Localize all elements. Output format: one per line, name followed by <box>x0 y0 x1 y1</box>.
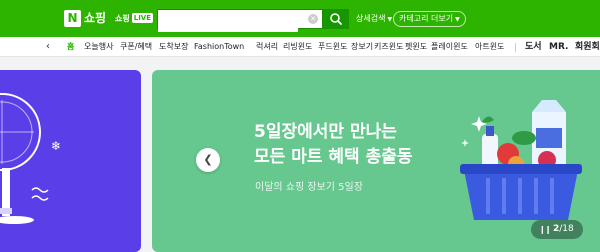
top-header: N 쇼핑 쇼핑 LIVE ✕ 상세검색 ▼ 카테고리 더보기 ▼ <box>0 0 600 37</box>
banner-subline: 이달의 쇼핑 장보기 5일장 <box>255 182 363 193</box>
nav-item-fashiontown[interactable]: FashionTown <box>194 40 244 54</box>
page-counter: 2/18 <box>553 220 574 239</box>
search-input[interactable] <box>158 14 298 32</box>
nav-item-members[interactable]: 회원회 <box>575 40 600 54</box>
nav-item-arrival-guarantee[interactable]: 도착보장 <box>159 40 188 54</box>
clear-icon[interactable]: ✕ <box>308 14 318 24</box>
shopping-logo-text[interactable]: 쇼핑 <box>84 10 106 27</box>
search-button[interactable] <box>323 9 349 29</box>
banner-pager: ❙❙ 2/18 <box>531 220 583 239</box>
category-more-button[interactable]: 카테고리 더보기 ▼ <box>393 11 466 27</box>
fan-icon: ❄ <box>0 93 61 224</box>
chevron-down-icon: ▼ <box>455 16 460 23</box>
banner-slide-previous[interactable]: ❄ <box>0 70 141 252</box>
nav-item-books[interactable]: 도서 <box>525 40 542 54</box>
shopping-live-link[interactable]: 쇼핑 LIVE <box>115 12 153 25</box>
detail-search-label: 상세검색 <box>356 14 386 23</box>
live-badge: LIVE <box>131 13 153 23</box>
page-total: /18 <box>559 224 574 234</box>
category-nav: ‹ 홈 오늘행사 쿠폰/혜택 도착보장 FashionTown 럭셔리 리빙윈도… <box>0 37 600 57</box>
naver-logo-icon[interactable]: N <box>64 10 81 27</box>
nav-item-play-window[interactable]: 플레이윈도 <box>431 40 468 54</box>
nav-item-kids-window[interactable]: 키즈윈도 <box>374 40 403 54</box>
search-box: ✕ <box>157 9 323 32</box>
shopping-live-label: 쇼핑 <box>115 14 130 23</box>
nav-item-food-window[interactable]: 푸드윈도 <box>318 40 347 54</box>
nav-item-today-deals[interactable]: 오늘행사 <box>84 40 113 54</box>
chevron-left-icon: ❮ <box>203 153 213 166</box>
chevron-left-icon[interactable]: ‹ <box>46 40 50 54</box>
pause-icon[interactable]: ❙❙ <box>539 220 551 239</box>
detail-search-link[interactable]: 상세검색 ▼ <box>356 12 392 26</box>
nav-item-luxury[interactable]: 럭셔리 <box>256 40 278 54</box>
nav-item-pet-window[interactable]: 펫윈도 <box>405 40 427 54</box>
banner-headline: 5일장에서만 만나는 모든 마트 혜택 총출동 <box>254 120 413 170</box>
chevron-down-icon: ▼ <box>387 16 393 23</box>
search-icon <box>330 13 342 25</box>
category-more-label: 카테고리 더보기 <box>399 14 454 23</box>
nav-item-art-window[interactable]: 아트윈도 <box>475 40 504 54</box>
nav-item-mr[interactable]: MR. <box>549 40 568 54</box>
nav-divider <box>515 43 516 52</box>
nav-item-home[interactable]: 홈 <box>67 40 74 54</box>
banner-prev-button[interactable]: ❮ <box>196 148 220 172</box>
svg-text:❄: ❄ <box>51 139 61 153</box>
banner-headline-line2: 모든 마트 혜택 총출동 <box>254 147 413 167</box>
banner-headline-line1: 5일장에서만 만나는 <box>254 122 397 142</box>
nav-item-living-window[interactable]: 리빙윈도 <box>283 40 312 54</box>
nav-item-grocery[interactable]: 장보기 <box>351 40 373 54</box>
nav-item-coupons[interactable]: 쿠폰/혜택 <box>120 40 152 54</box>
